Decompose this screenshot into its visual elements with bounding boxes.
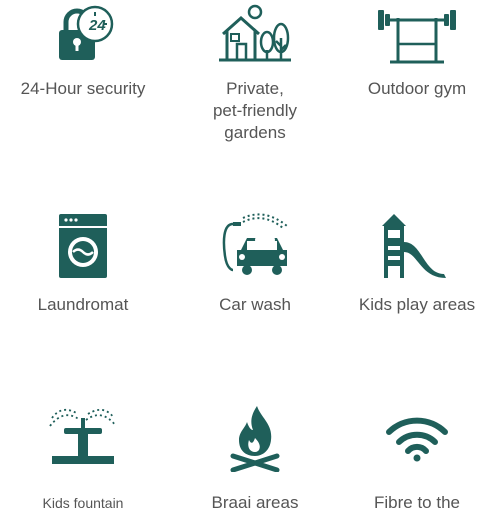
gym-frame-icon [378, 10, 456, 64]
amenity-fibre: Fibre to the [334, 400, 500, 520]
amenity-outdoor-gym: Outdoor gym [334, 0, 500, 160]
playground-slide-icon [382, 214, 446, 278]
amenity-label: 24-Hour security [20, 79, 146, 98]
amenity-braai-areas: Braai areas [172, 400, 338, 520]
amenity-private-gardens: Private, pet-friendly gardens [172, 0, 338, 160]
washing-machine-icon [59, 214, 107, 278]
amenity-label: Car wash [219, 295, 291, 314]
svg-text:24: 24 [88, 17, 106, 34]
amenity-label: Laundromat [37, 295, 129, 314]
amenity-label: Kids fountain [42, 495, 124, 511]
fire-icon [230, 406, 280, 472]
amenity-kids-play-areas: Kids play areas [334, 208, 500, 328]
amenities-grid: 24 24-Hour security Private, pet-friendl… [0, 0, 500, 520]
amenity-kids-fountain: Kids fountain [0, 400, 166, 520]
amenity-laundromat: Laundromat [0, 208, 166, 328]
amenity-label: Kids play areas [358, 295, 476, 314]
fountain-sprinkler-icon [49, 408, 117, 464]
clock-lock-icon: 24 [59, 5, 114, 60]
amenity-label: Braai areas [211, 493, 299, 512]
wifi-icon [386, 417, 448, 462]
amenity-label: Fibre to the [374, 493, 460, 512]
amenity-label: Outdoor gym [367, 79, 467, 98]
car-wash-icon [222, 213, 288, 275]
amenity-car-wash: Car wash [172, 208, 338, 328]
house-garden-icon [219, 4, 291, 62]
amenity-label: Private, pet-friendly gardens [212, 79, 298, 142]
amenity-24-hour-security: 24 24-Hour security [0, 0, 166, 160]
